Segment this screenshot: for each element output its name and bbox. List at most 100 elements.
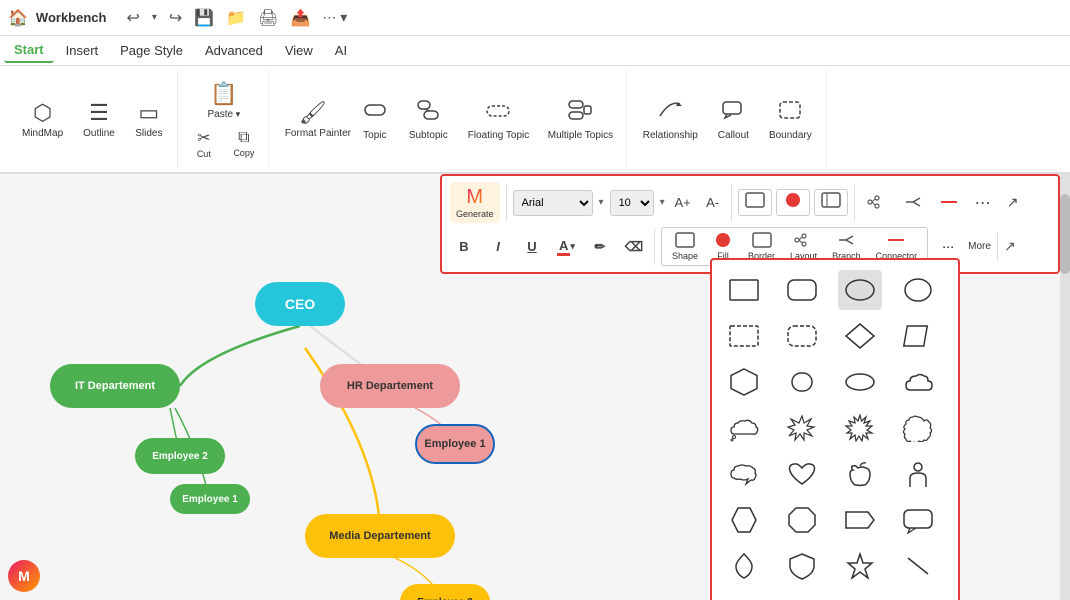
node-emp1-it[interactable]: Employee 1	[170, 484, 250, 514]
menu-start[interactable]: Start	[4, 38, 54, 63]
shape-rounded-rect[interactable]	[780, 270, 824, 310]
bottom-logo: M	[8, 560, 40, 592]
shape-hexagon2[interactable]	[722, 500, 766, 540]
subtopic-label: Subtopic	[409, 130, 448, 141]
shape-wavy-circle[interactable]	[896, 408, 940, 448]
bold-btn[interactable]: B	[450, 233, 478, 261]
shape-star[interactable]	[838, 546, 882, 586]
shape-rect[interactable]	[722, 270, 766, 310]
italic-btn[interactable]: I	[484, 233, 512, 261]
layout-tools	[861, 192, 965, 214]
shape-dashed-rounded[interactable]	[780, 316, 824, 356]
shape-circle[interactable]	[896, 270, 940, 310]
shape-tool-btn[interactable]	[738, 189, 772, 216]
node-ceo[interactable]: CEO	[255, 282, 345, 326]
copy-btn[interactable]: ⧉ Copy	[226, 127, 262, 160]
shape-wide-oval[interactable]	[838, 362, 882, 402]
node-hr[interactable]: HR Departement	[320, 364, 460, 408]
shape-apple[interactable]	[838, 454, 882, 494]
mindmap-btn[interactable]: ⬡ MindMap	[14, 96, 71, 143]
font-size-select[interactable]: 1011121416	[610, 190, 654, 216]
shape-burst2[interactable]	[838, 408, 882, 448]
outline-btn[interactable]: ☰ Outline	[75, 96, 123, 143]
undo-btn[interactable]: ↩	[122, 6, 143, 30]
topic-btn[interactable]: Topic	[353, 94, 397, 145]
shape-burst1[interactable]	[780, 408, 824, 448]
font-increase-btn[interactable]: A+	[671, 191, 695, 215]
collapse-btn[interactable]: ↗	[1001, 191, 1025, 215]
slides-btn[interactable]: ▭ Slides	[127, 96, 171, 143]
menu-ai[interactable]: AI	[325, 39, 357, 62]
relationship-icon	[658, 98, 682, 128]
redo-btn[interactable]: ↪	[165, 6, 186, 30]
branch-tool-btn[interactable]	[897, 192, 929, 214]
underline-btn[interactable]: U	[518, 233, 546, 261]
fill-tool-btn[interactable]	[776, 189, 810, 216]
shape-dashed-rect[interactable]	[722, 316, 766, 356]
slides-icon: ▭	[138, 100, 159, 126]
shape-leaf-diamond[interactable]	[722, 546, 766, 586]
format-painter-btn[interactable]: 🖌 Format Painter	[277, 96, 349, 143]
paste-icon: 📋	[210, 81, 237, 107]
shape-hexagon[interactable]	[722, 362, 766, 402]
font-decrease-btn[interactable]: A-	[701, 191, 725, 215]
shape-diamond[interactable]	[838, 316, 882, 356]
eraser-btn[interactable]: ⌫	[620, 233, 648, 261]
multiple-topics-btn[interactable]: Multiple Topics	[540, 94, 620, 145]
export-btn[interactable]: 📤	[286, 6, 314, 30]
node-emp2-media[interactable]: Employee 2	[400, 584, 490, 600]
shape-arrow-rect[interactable]	[838, 500, 882, 540]
undo-arrow[interactable]: ▾	[148, 10, 161, 25]
paste-btn[interactable]: 📋 Paste	[200, 77, 249, 124]
font-select[interactable]: Arial Times New Roman Helvetica	[513, 190, 593, 216]
node-emp1-hr[interactable]: Employee 1	[415, 424, 495, 464]
menu-view[interactable]: View	[275, 39, 323, 62]
canvas[interactable]: CEO IT Departement HR Departement Media …	[0, 174, 1070, 600]
expand-icon[interactable]: ↗	[1004, 238, 1016, 255]
menu-page-style[interactable]: Page Style	[110, 39, 193, 62]
save-btn[interactable]: 💾	[190, 6, 218, 30]
cut-btn[interactable]: ✂ Cut	[186, 126, 222, 161]
shape-heart[interactable]	[780, 454, 824, 494]
shape-btn[interactable]: Shape	[666, 230, 704, 263]
node-it[interactable]: IT Departement	[50, 364, 180, 408]
boundary-label: Boundary	[769, 130, 812, 141]
more-btn[interactable]: ⋯ ▾	[318, 7, 351, 28]
shape-pin1[interactable]	[722, 592, 766, 600]
relationship-btn[interactable]: Relationship	[635, 94, 706, 145]
subtopic-btn[interactable]: Subtopic	[401, 94, 456, 145]
shape-oval-filled[interactable]	[838, 270, 882, 310]
scrollbar[interactable]	[1060, 174, 1070, 600]
border-tool-btn[interactable]	[814, 189, 848, 216]
scrollbar-thumb[interactable]	[1060, 194, 1070, 274]
shape-person[interactable]	[896, 454, 940, 494]
node-emp2-it[interactable]: Employee 2	[135, 438, 225, 474]
highlight-btn[interactable]: ✏	[586, 233, 614, 261]
shape-shield[interactable]	[780, 546, 824, 586]
shape-no-symbol[interactable]	[896, 546, 940, 586]
menu-insert[interactable]: Insert	[56, 39, 109, 62]
shape-stadium[interactable]	[780, 362, 824, 402]
shape-parallelogram[interactable]	[896, 316, 940, 356]
more-btn[interactable]: ⋯	[934, 233, 962, 261]
shape-speech-cloud[interactable]	[722, 454, 766, 494]
print-btn[interactable]: 🖨	[254, 6, 282, 30]
generate-btn[interactable]: M Generate	[450, 182, 500, 223]
layout-tool-btn[interactable]	[861, 192, 893, 214]
floating-topic-btn[interactable]: Floating Topic	[460, 94, 536, 145]
more-options-btn[interactable]: ⋯	[971, 191, 995, 215]
shape-octagon[interactable]	[780, 500, 824, 540]
font-color-btn[interactable]: A ▾	[552, 233, 580, 261]
menu-advanced[interactable]: Advanced	[195, 39, 273, 62]
shape-pin2[interactable]	[780, 592, 824, 600]
node-media[interactable]: Media Departement	[305, 514, 455, 558]
folder-btn[interactable]: 📁	[222, 6, 250, 30]
callout-btn[interactable]: Callout	[710, 94, 757, 145]
shape-cloud[interactable]	[896, 362, 940, 402]
connector-icon	[886, 232, 906, 250]
shape-thought-cloud[interactable]	[722, 408, 766, 448]
connector-tool-icon	[939, 194, 959, 212]
shape-chat-bubble[interactable]	[896, 500, 940, 540]
boundary-btn[interactable]: Boundary	[761, 94, 820, 145]
connector-tool-btn[interactable]	[933, 192, 965, 214]
